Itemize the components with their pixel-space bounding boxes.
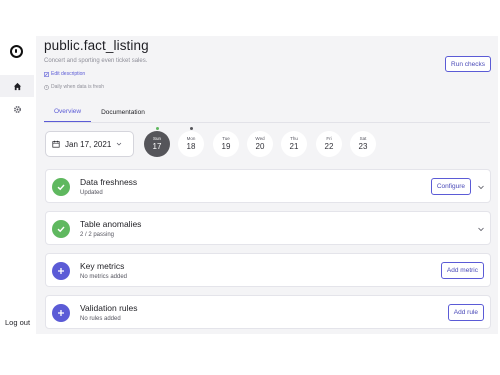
chevron-down-icon bbox=[117, 142, 122, 146]
day-mon[interactable]: Mon 18 bbox=[178, 131, 204, 157]
schedule-label: Daily when data is fresh bbox=[51, 84, 105, 90]
plus-icon bbox=[52, 262, 70, 280]
day-number: 18 bbox=[186, 142, 196, 151]
day-number: 20 bbox=[255, 142, 265, 151]
edit-description-link[interactable]: Edit description bbox=[44, 71, 85, 77]
day-name: Thu bbox=[290, 136, 298, 141]
tab-divider bbox=[44, 122, 490, 123]
sidebar-item-settings[interactable] bbox=[0, 98, 34, 120]
card-subtitle: No metrics added bbox=[80, 274, 128, 280]
day-sun[interactable]: Sun 17 bbox=[144, 131, 170, 157]
card-title: Validation rules bbox=[80, 303, 138, 313]
day-name: Fri bbox=[326, 136, 332, 141]
day-number: 22 bbox=[324, 142, 334, 151]
pencil-icon bbox=[44, 71, 49, 77]
day-sat[interactable]: Sat 23 bbox=[350, 131, 376, 157]
run-checks-button[interactable]: Run checks bbox=[445, 56, 491, 72]
plus-icon bbox=[52, 304, 70, 322]
day-name: Tue bbox=[222, 136, 230, 141]
day-tue[interactable]: Tue 19 bbox=[213, 131, 239, 157]
home-icon bbox=[13, 82, 21, 90]
check-card-data-freshness[interactable]: Data freshness Updated Configure bbox=[45, 169, 491, 203]
card-subtitle: Updated bbox=[80, 190, 103, 196]
page-title: public.fact_listing bbox=[44, 38, 149, 53]
sidebar bbox=[0, 36, 34, 336]
sidebar-item-home[interactable] bbox=[0, 75, 34, 97]
day-name: Mon bbox=[186, 136, 196, 141]
date-picker-value: Jan 17, 2021 bbox=[65, 139, 112, 149]
add-metric-button[interactable]: Add metric bbox=[440, 262, 484, 279]
card-title: Key metrics bbox=[80, 261, 125, 271]
card-subtitle: No rules added bbox=[80, 316, 121, 322]
day-name: Wed bbox=[255, 136, 265, 141]
configure-button[interactable]: Configure bbox=[430, 178, 471, 195]
status-check-icon bbox=[52, 220, 70, 238]
add-rule-button[interactable]: Add rule bbox=[447, 304, 484, 321]
edit-description-label: Edit description bbox=[51, 71, 86, 77]
table-description: Concert and sporting even ticket sales. bbox=[44, 58, 148, 64]
chevron-down-icon bbox=[478, 185, 484, 190]
check-card-validation-rules[interactable]: Validation rules No rules added Add rule bbox=[45, 295, 491, 329]
tab-bar: Overview Documentation bbox=[44, 102, 155, 122]
schedule-info: Daily when data is fresh bbox=[44, 84, 104, 90]
card-title: Data freshness bbox=[80, 177, 138, 187]
calendar-icon bbox=[52, 140, 60, 148]
day-number: 17 bbox=[152, 142, 162, 151]
check-card-key-metrics[interactable]: Key metrics No metrics added Add metric bbox=[45, 253, 491, 287]
check-card-table-anomalies[interactable]: Table anomalies 2 / 2 passing bbox=[45, 211, 491, 245]
status-check-icon bbox=[52, 178, 70, 196]
date-picker[interactable]: Jan 17, 2021 bbox=[45, 131, 134, 157]
day-number: 19 bbox=[221, 142, 231, 151]
expand-chevron[interactable] bbox=[476, 224, 486, 234]
tab-overview[interactable]: Overview bbox=[44, 102, 92, 122]
app-logo[interactable] bbox=[10, 45, 23, 58]
tab-documentation[interactable]: Documentation bbox=[91, 102, 155, 122]
expand-chevron[interactable] bbox=[476, 182, 486, 192]
day-name: Sat bbox=[359, 136, 367, 141]
day-wed[interactable]: Wed 20 bbox=[247, 131, 273, 157]
day-fri[interactable]: Fri 22 bbox=[316, 131, 342, 157]
day-number: 23 bbox=[358, 142, 368, 151]
clock-icon bbox=[44, 84, 49, 90]
table-header: public.fact_listing Concert and sporting… bbox=[36, 36, 498, 126]
chevron-down-icon bbox=[478, 227, 484, 232]
card-subtitle: 2 / 2 passing bbox=[80, 232, 115, 238]
day-name: Sun bbox=[152, 136, 161, 141]
day-thu[interactable]: Thu 21 bbox=[281, 131, 307, 157]
gear-icon bbox=[13, 105, 21, 113]
day-number: 21 bbox=[289, 142, 299, 151]
card-title: Table anomalies bbox=[80, 219, 142, 229]
logout-link[interactable]: Log out bbox=[5, 318, 30, 327]
